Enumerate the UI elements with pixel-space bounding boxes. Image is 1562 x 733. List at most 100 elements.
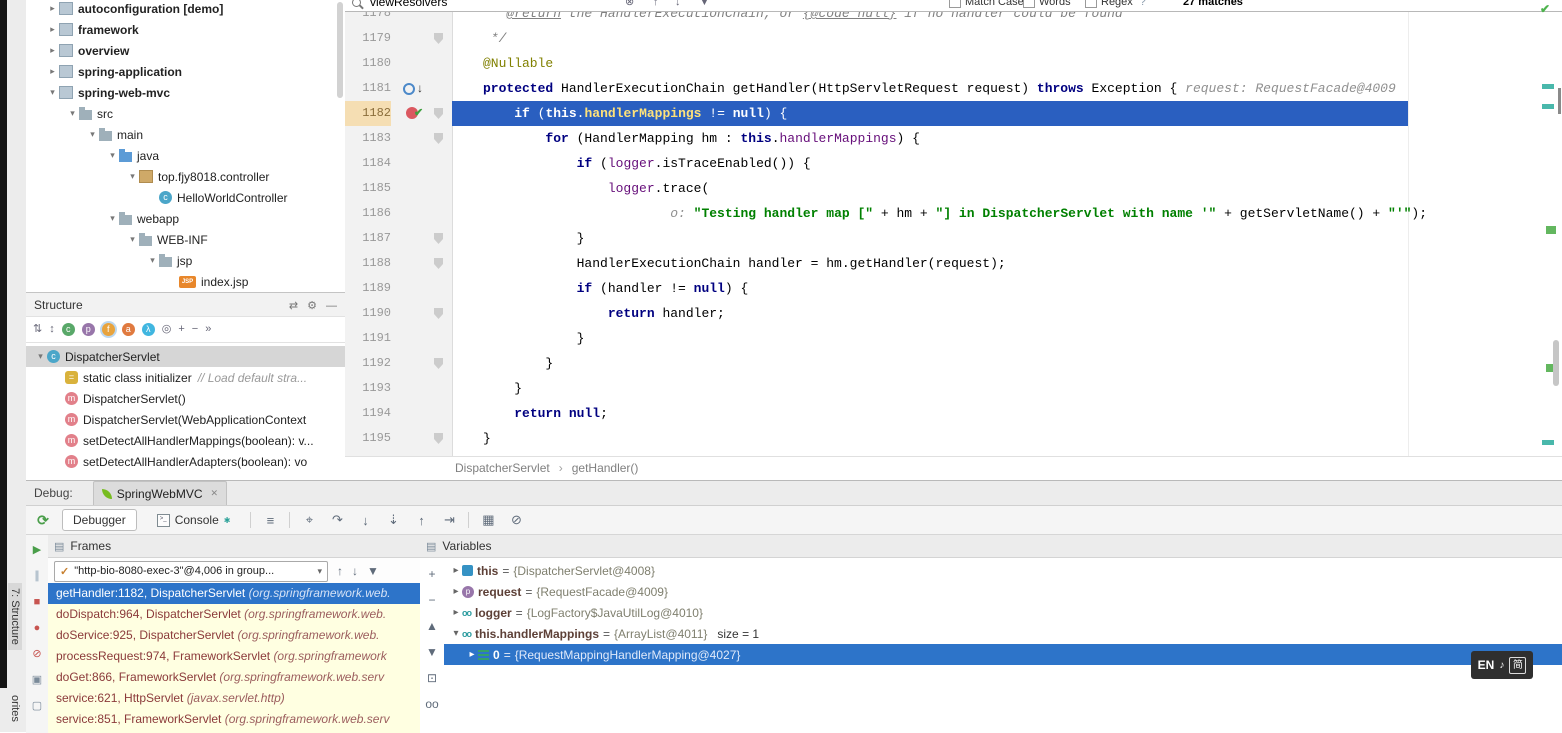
chevron-icon[interactable]: ▾ [106,213,119,224]
search-option-regex[interactable]: Regex? [1085,0,1146,12]
rerun-debug-icon[interactable]: ⟳ [34,512,52,529]
next-frame-icon[interactable]: ↓ [352,564,358,578]
show-classes-icon[interactable]: c [62,323,75,336]
show-properties-icon[interactable]: p [82,323,95,336]
variable-row[interactable]: ▸oologger={LogFactory$JavaUtilLog@4010} [444,602,1562,623]
line-number[interactable]: 1189 [345,276,391,301]
hide-panel-icon[interactable]: — [326,300,337,312]
filter-search-icon[interactable]: ▼ [699,0,710,12]
clear-search-icon[interactable]: ⊗ [625,0,634,12]
code-line[interactable]: 1180@Nullable [345,51,1562,76]
structure-item[interactable]: =static class initializer// Load default… [26,367,345,388]
project-tree-item[interactable]: ▾jsp [26,250,345,271]
chevron-icon[interactable]: ▸ [46,45,59,56]
hide-frames-filter-icon[interactable]: ▼ [367,564,379,578]
code-line[interactable]: 1182✔ if (this.handlerMappings != null) … [345,101,1562,126]
chevron-icon[interactable]: ▸ [450,607,462,618]
chevron-icon[interactable]: ▸ [46,24,59,35]
checkbox-icon[interactable] [1085,0,1097,8]
chevron-icon[interactable]: ▾ [146,255,159,266]
mute-breakpoints-icon[interactable]: ⊘ [507,512,525,528]
code-line[interactable]: 1195} [345,426,1562,451]
show-fields-icon[interactable]: f [102,323,115,336]
structure-item[interactable]: msetDetectAllHandlerMappings(boolean): v… [26,430,345,451]
structure-item[interactable]: mDispatcherServlet() [26,388,345,409]
chevron-icon[interactable]: ▾ [34,351,47,362]
checkbox-icon[interactable] [949,0,961,8]
code-line[interactable]: 1185 logger.trace( [345,176,1562,201]
thread-selector[interactable]: ✓ "http-bio-8080-exec-3"@4,006 in group.… [54,561,328,582]
structure-tool-button[interactable]: 7: Structure [8,583,22,650]
stripe-mark[interactable] [1542,104,1554,109]
project-tree-item[interactable]: ▸overview [26,40,345,61]
structure-item[interactable]: msetDetectAllHandlerAdapters(boolean): v… [26,451,345,472]
line-number[interactable]: 1180 [345,51,391,76]
project-tree-item[interactable]: ▾java [26,145,345,166]
mute-breakpoints-icon[interactable]: ⊘ [32,648,41,661]
editor[interactable]: 1178 * @return the HandlerExecutionChain… [345,0,1562,480]
line-number[interactable]: 1185 [345,176,391,201]
show-lambdas-icon[interactable]: λ [142,323,155,336]
project-tree-item[interactable]: JSPindex.jsp [26,271,345,292]
line-number[interactable]: 1182 [345,101,391,126]
line-number[interactable]: 1184 [345,151,391,176]
code-line[interactable]: 1186 o: "Testing handler map [" + hm + "… [345,201,1562,226]
code-line[interactable]: 1188 HandlerExecutionChain handler = hm.… [345,251,1562,276]
expand-all-icon[interactable]: + [178,323,184,336]
thread-dump-icon[interactable]: ▣ [32,674,42,687]
line-number[interactable]: 1192 [345,351,391,376]
stack-frame-row[interactable]: processRequest:974, FrameworkServlet (or… [48,646,420,667]
next-occurrence-icon[interactable]: ↓ [675,0,681,12]
checkbox-icon[interactable] [1023,0,1035,8]
view-breakpoints-icon[interactable]: ▦ [479,512,497,528]
chevron-icon[interactable]: ▸ [450,565,462,576]
settings-gear-icon[interactable]: ⚙ [307,300,317,312]
code-line[interactable]: 1190 return handler; [345,301,1562,326]
code-line[interactable]: 1184 if (logger.isTraceEnabled()) { [345,151,1562,176]
chevron-icon[interactable]: ▾ [66,108,79,119]
search-option-match-case[interactable]: Match Case [949,0,1024,12]
project-tree-item[interactable]: ▸spring-application [26,61,345,82]
fold-marker-icon[interactable] [434,433,443,444]
stripe-mark[interactable] [1546,226,1556,234]
line-number[interactable]: 1187 [345,226,391,251]
project-tree-item[interactable]: cHelloWorldController [26,187,345,208]
breadcrumb-class[interactable]: DispatcherServlet [455,461,550,475]
project-tree-item[interactable]: ▾WEB-INF [26,229,345,250]
code-line[interactable]: 1192 } [345,351,1562,376]
project-tree-item[interactable]: ▸framework [26,19,345,40]
stack-frame-row[interactable]: service:851, FrameworkServlet (org.sprin… [48,709,420,730]
variable-row[interactable]: ▾oothis.handlerMappings={ArrayList@4011}… [444,623,1562,644]
line-number[interactable]: 1194 [345,401,391,426]
search-option-words[interactable]: Words [1023,0,1071,12]
code-line[interactable]: 1191 } [345,326,1562,351]
fold-marker-icon[interactable] [434,358,443,369]
stack-frame-row[interactable]: doDispatch:964, DispatcherServlet (org.s… [48,604,420,625]
variable-row[interactable]: ▸prequest={RequestFacade@4009} [444,581,1562,602]
line-number[interactable]: 1183 [345,126,391,151]
line-number[interactable]: 1188 [345,251,391,276]
pause-program-icon[interactable]: ∥ [34,570,40,583]
line-number[interactable]: 1186 [345,201,391,226]
project-tree-item[interactable]: ▾src [26,103,345,124]
group-by-icon[interactable]: ◎ [162,323,172,336]
line-number[interactable]: 1191 [345,326,391,351]
project-tree-item[interactable]: ▸autoconfiguration [demo] [26,0,345,19]
fold-marker-icon[interactable] [434,233,443,244]
step-over-icon[interactable]: ↷ [328,512,346,528]
project-tree-item[interactable]: ▾webapp [26,208,345,229]
scroll-up-icon[interactable]: ▲ [426,619,438,633]
settings-menu-icon[interactable]: ≡ [261,513,279,528]
stack-frame-row[interactable]: getHandler:1182, DispatcherServlet (org.… [48,583,420,604]
line-number[interactable]: 1195 [345,426,391,451]
project-scrollbar[interactable] [337,2,343,288]
more-options-icon[interactable]: » [205,323,211,336]
show-anonymous-classes-icon[interactable]: a [122,323,135,336]
code-line[interactable]: 1181↓protected HandlerExecutionChain get… [345,76,1562,101]
show-execution-point-icon[interactable]: ⌖ [300,512,318,528]
chevron-icon[interactable]: ▸ [450,586,462,597]
project-tree-item[interactable]: ▾top.fjy8018.controller [26,166,345,187]
regex-help-icon[interactable]: ? [1140,0,1146,8]
view-breakpoints-icon[interactable]: ● [34,622,41,635]
scroll-down-icon[interactable]: ▼ [426,645,438,659]
